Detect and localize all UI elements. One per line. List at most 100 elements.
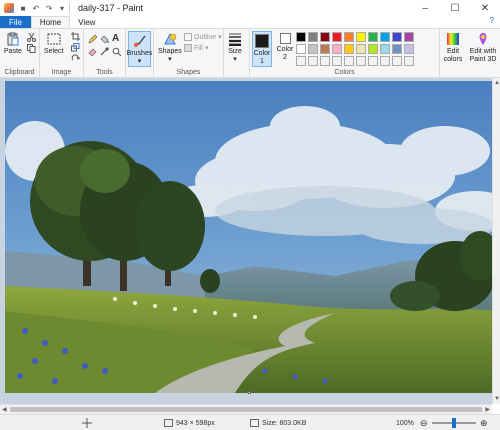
- size-group: Size ▾: [224, 29, 250, 77]
- tools-group: A Tools: [84, 29, 126, 77]
- canvas-workspace: [0, 78, 496, 404]
- maximize-button[interactable]: ☐: [440, 0, 470, 16]
- palette-swatch-16[interactable]: [368, 44, 378, 54]
- painting-canvas[interactable]: [5, 81, 495, 393]
- palette-swatch-23[interactable]: [332, 56, 342, 66]
- palette-swatch-29[interactable]: [404, 56, 414, 66]
- text-tool-icon[interactable]: A: [112, 33, 119, 44]
- canvas-resize-handle-bottom[interactable]: [248, 391, 251, 394]
- outline-icon: [184, 33, 192, 41]
- clipboard-group: Paste Clipboard: [0, 29, 40, 77]
- palette-swatch-15[interactable]: [356, 44, 366, 54]
- rotate-icon[interactable]: [71, 54, 80, 63]
- palette-swatch-22[interactable]: [320, 56, 330, 66]
- fill-button[interactable]: Fill ▾: [184, 44, 208, 52]
- minimize-button[interactable]: –: [410, 0, 440, 16]
- colors-group-label: Colors: [334, 69, 355, 76]
- zoom-in-icon[interactable]: ⊕: [480, 415, 488, 430]
- palette-swatch-3[interactable]: [332, 32, 342, 42]
- horizontal-scrollbar[interactable]: ◀ ▶: [0, 404, 492, 414]
- palette-swatch-27[interactable]: [380, 56, 390, 66]
- edit-colors-button[interactable]: Edit colors: [440, 32, 466, 64]
- tab-home[interactable]: Home: [30, 16, 71, 28]
- palette-swatch-28[interactable]: [392, 56, 402, 66]
- ribbon-tabs: File Home View ?: [0, 16, 500, 28]
- resize-icon[interactable]: [71, 43, 80, 52]
- color-picker-icon[interactable]: [100, 47, 109, 56]
- color2-swatch: [279, 33, 291, 44]
- tab-file[interactable]: File: [0, 16, 31, 28]
- save-icon[interactable]: ■: [18, 3, 28, 13]
- window-title: daily-317 - Paint: [78, 3, 144, 13]
- color-palette: [296, 32, 414, 66]
- brush-icon: [133, 35, 146, 47]
- scroll-right-icon[interactable]: ▶: [485, 406, 490, 413]
- undo-icon[interactable]: ↶: [31, 3, 41, 13]
- zoom-slider-thumb[interactable]: [452, 418, 456, 428]
- title-bar: ■ ↶ ↷ ▾ daily-317 - Paint – ☐ ✕: [0, 0, 500, 16]
- cursor-position-icon: [82, 418, 92, 428]
- palette-swatch-7[interactable]: [380, 32, 390, 42]
- palette-swatch-26[interactable]: [368, 56, 378, 66]
- zoom-out-icon[interactable]: ⊖: [420, 415, 428, 430]
- shapes-label: Shapes: [158, 48, 182, 55]
- paint3d-icon: [479, 33, 487, 45]
- palette-swatch-9[interactable]: [404, 32, 414, 42]
- palette-swatch-1[interactable]: [308, 32, 318, 42]
- palette-swatch-13[interactable]: [332, 44, 342, 54]
- scroll-down-icon[interactable]: ▼: [494, 396, 500, 402]
- customize-dropdown-icon[interactable]: ▾: [57, 3, 67, 13]
- image-group-label: Image: [51, 69, 72, 76]
- vertical-scrollbar[interactable]: ▲ ▼: [492, 78, 500, 404]
- palette-swatch-18[interactable]: [392, 44, 402, 54]
- palette-swatch-0[interactable]: [296, 32, 306, 42]
- help-icon[interactable]: ?: [490, 16, 494, 25]
- cut-icon[interactable]: [27, 33, 36, 42]
- palette-swatch-20[interactable]: [296, 56, 306, 66]
- copy-icon[interactable]: [27, 44, 36, 53]
- palette-swatch-10[interactable]: [296, 44, 306, 54]
- edit-paint3d-button[interactable]: Edit with Paint 3D: [467, 32, 499, 64]
- scroll-up-icon[interactable]: ▲: [494, 80, 500, 86]
- palette-swatch-6[interactable]: [368, 32, 378, 42]
- crop-icon[interactable]: [71, 32, 80, 41]
- window-controls: – ☐ ✕: [410, 0, 500, 16]
- color2-button[interactable]: Color 2: [276, 33, 294, 62]
- palette-swatch-2[interactable]: [320, 32, 330, 42]
- tab-view[interactable]: View: [70, 16, 103, 28]
- quick-access-toolbar: ■ ↶ ↷ ▾: [18, 3, 67, 13]
- palette-swatch-8[interactable]: [392, 32, 402, 42]
- size-button[interactable]: Size ▾: [228, 32, 242, 64]
- color2-label: Color 2: [276, 46, 294, 61]
- palette-swatch-12[interactable]: [320, 44, 330, 54]
- scroll-left-icon[interactable]: ◀: [2, 406, 7, 413]
- select-button[interactable]: Select: [44, 32, 63, 56]
- paste-button[interactable]: Paste: [4, 32, 22, 56]
- outline-button[interactable]: Outline ▾: [184, 33, 222, 41]
- brushes-button[interactable]: Brushes ▾: [127, 31, 152, 67]
- edit-paint3d-label: Edit with Paint 3D: [469, 48, 497, 63]
- pencil-icon[interactable]: [88, 35, 97, 44]
- file-size-text: Size: 803.0KB: [262, 419, 307, 427]
- palette-swatch-25[interactable]: [356, 56, 366, 66]
- shapes-group: Shapes ▾ Outline ▾ Fill ▾ Shapes: [154, 29, 224, 77]
- palette-swatch-17[interactable]: [380, 44, 390, 54]
- palette-swatch-21[interactable]: [308, 56, 318, 66]
- shapes-button[interactable]: Shapes ▾: [158, 32, 182, 64]
- close-button[interactable]: ✕: [470, 0, 500, 16]
- magnifier-icon[interactable]: [112, 47, 121, 56]
- palette-swatch-4[interactable]: [344, 32, 354, 42]
- fill-bucket-icon[interactable]: [100, 35, 109, 44]
- palette-swatch-24[interactable]: [344, 56, 354, 66]
- status-bar: 943 × 598px Size: 803.0KB 100% ⊖ ⊕: [0, 414, 500, 430]
- horizontal-scroll-thumb[interactable]: [10, 407, 482, 412]
- eraser-icon[interactable]: [88, 47, 97, 56]
- image-dimensions: 943 × 598px: [164, 415, 215, 430]
- palette-swatch-14[interactable]: [344, 44, 354, 54]
- redo-icon[interactable]: ↷: [44, 3, 54, 13]
- palette-swatch-11[interactable]: [308, 44, 318, 54]
- outline-label: Outline: [194, 33, 217, 41]
- palette-swatch-19[interactable]: [404, 44, 414, 54]
- color1-button[interactable]: Color 1: [252, 31, 272, 67]
- palette-swatch-5[interactable]: [356, 32, 366, 42]
